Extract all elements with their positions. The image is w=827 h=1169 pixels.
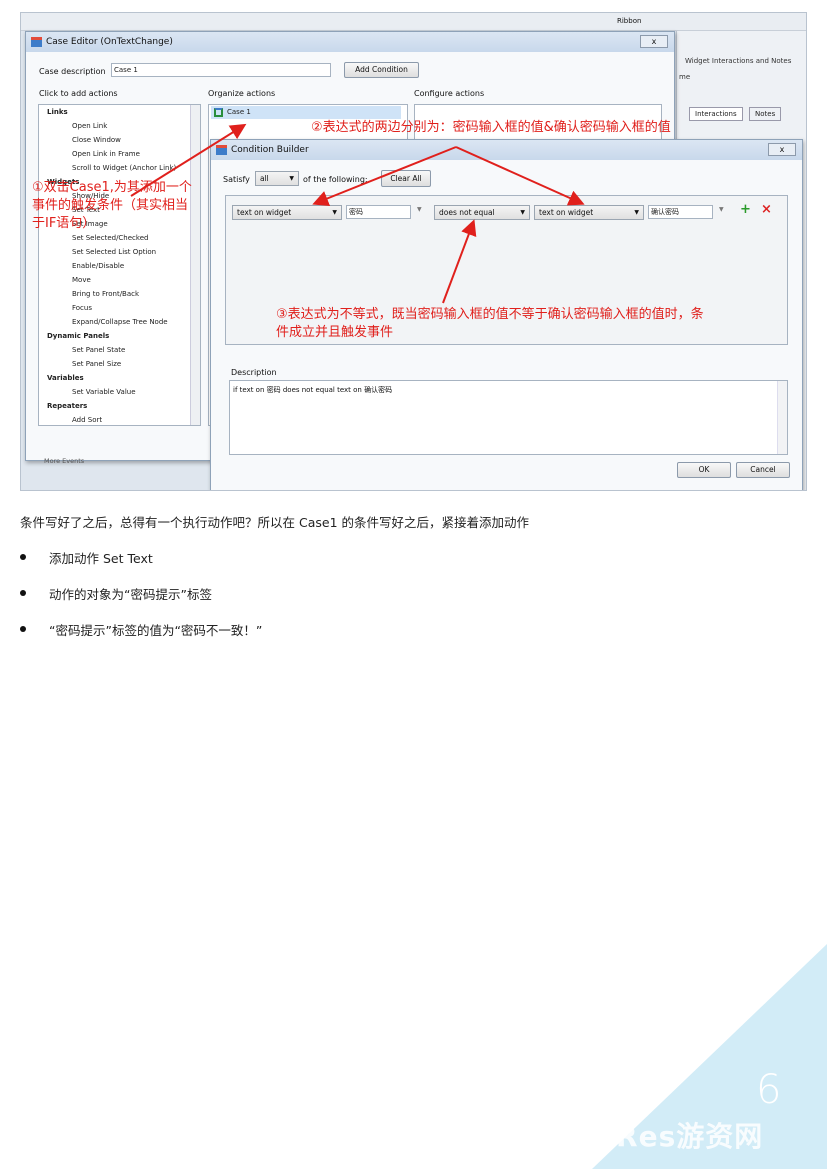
bullet-text: 添加动作 Set Text	[49, 551, 153, 566]
arrow-to-left	[312, 146, 457, 206]
bullet-dot	[20, 590, 26, 596]
arrow-to-operator	[442, 219, 477, 304]
body-paragraph: 条件写好了之后，总得有一个执行动作吧？所以在 Case1 的条件写好之后，紧接着…	[20, 515, 529, 530]
arrow-to-right	[455, 146, 585, 206]
bullet-text: “密码提示”标签的值为“密码不一致！”	[49, 623, 263, 638]
annotation-arrows	[130, 123, 585, 304]
bullet-dot	[20, 626, 26, 632]
arrow-to-case	[130, 123, 247, 197]
page-number: 6	[756, 1067, 782, 1113]
screenshot: Ribbon Widget Interactions and Notes me …	[20, 12, 807, 491]
bullet-text: 动作的对象为“密码提示”标签	[49, 587, 212, 602]
watermark: GameRes游资网	[522, 1120, 764, 1153]
bullet-dot	[20, 554, 26, 560]
